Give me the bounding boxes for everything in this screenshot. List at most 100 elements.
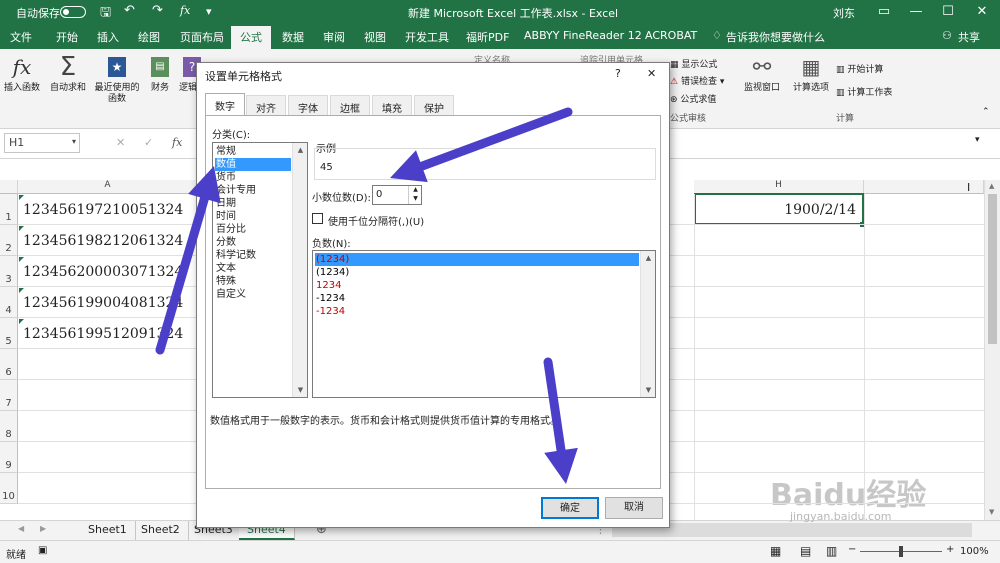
thousands-separator-checkbox[interactable] [312,213,323,224]
negative-option-2[interactable]: (1234) [315,266,349,279]
dialog-tab-number[interactable]: 数字 [205,93,245,116]
prev-sheet-icon[interactable]: ◀ [18,524,24,533]
tab-abbyy[interactable]: ABBYY FineReader 12 [524,29,642,42]
category-date[interactable]: 日期 [215,197,236,210]
decimal-places-value[interactable]: 0 [376,189,382,200]
negative-scroll-down-icon[interactable]: ▼ [641,383,656,397]
cell-a5[interactable]: 123456199512091324 [18,318,183,349]
dialog-tab-alignment[interactable]: 对齐 [246,95,286,115]
autosave-toggle[interactable] [60,6,86,18]
sheet-tab-1[interactable]: Sheet1 [80,521,136,540]
share-button[interactable]: 共享 [958,29,980,45]
category-currency[interactable]: 货币 [215,171,236,184]
category-number[interactable]: 数值 [215,158,291,171]
finance-button[interactable]: ▤ 财务 [146,53,174,94]
fx-quick-icon[interactable]: fx [180,4,190,17]
insert-function-icon[interactable]: fx [172,136,182,149]
tab-acrobat[interactable]: ACROBAT [645,29,697,42]
tab-foxit-pdf[interactable]: 福昕PDF [466,29,509,45]
dialog-tab-protection[interactable]: 保护 [414,95,454,115]
category-scientific[interactable]: 科学记数 [215,249,256,262]
negative-option-3[interactable]: 1234 [315,279,341,292]
negative-scroll-up-icon[interactable]: ▲ [641,251,656,265]
negative-option-4[interactable]: -1234 [315,292,345,305]
dialog-tab-font[interactable]: 字体 [288,95,328,115]
collapse-ribbon-icon[interactable]: ⌃ [982,107,990,117]
category-accounting[interactable]: 会计专用 [215,184,256,197]
row-header-3[interactable]: 3 [0,256,18,287]
customize-qat-icon[interactable]: ▾ [206,5,212,18]
row-header-2[interactable]: 2 [0,225,18,256]
show-formulas-button[interactable]: ▦ 显示公式 [670,57,717,70]
category-text[interactable]: 文本 [215,262,236,275]
negative-scrollbar[interactable]: ▲ ▼ [640,251,655,397]
cell-a4[interactable]: 123456199004081324 [18,287,183,318]
row-header-9[interactable]: 9 [0,442,18,473]
row-header-7[interactable]: 7 [0,380,18,411]
save-icon[interactable]: 🖫 [100,3,111,25]
tab-page-layout[interactable]: 页面布局 [180,29,224,45]
sheet-tab-2[interactable]: Sheet2 [133,521,189,540]
error-check-button[interactable]: ⚠ 错误检查 ▾ [670,74,724,87]
watch-window-button[interactable]: ⚯ 监视窗口 [740,53,784,94]
row-header-4[interactable]: 4 [0,287,18,318]
category-special[interactable]: 特殊 [215,275,236,288]
ok-button[interactable]: 确定 [541,497,599,519]
macro-record-icon[interactable]: ▣ [38,545,47,556]
category-scroll-up-icon[interactable]: ▲ [293,143,308,157]
category-custom[interactable]: 自定义 [215,288,246,301]
cell-a2[interactable]: 123456198212061324 [18,225,183,256]
column-header-i[interactable] [864,180,984,194]
minimize-icon[interactable]: — [906,2,926,22]
calc-sheet-button[interactable]: ▥ 计算工作表 [836,85,892,98]
scroll-thumb[interactable] [988,194,997,344]
tab-formulas[interactable]: 公式 [231,26,271,49]
row-header-5[interactable]: 5 [0,318,18,349]
tab-data[interactable]: 数据 [282,29,304,45]
logic-button[interactable]: ? 逻辑 [178,53,201,94]
cell-h1-selected[interactable]: 1900/2/14 [694,193,864,225]
thousands-separator-label[interactable]: 使用千位分隔符(,)(U) [328,213,424,228]
undo-icon[interactable]: ↶ [124,3,135,18]
tab-view[interactable]: 视图 [364,29,386,45]
redo-icon[interactable]: ↷ [152,3,163,18]
row-header-8[interactable]: 8 [0,411,18,442]
select-all-corner[interactable] [0,180,18,194]
column-header-a[interactable]: A [18,180,198,194]
cell-a1[interactable]: 123456197210051324 [18,194,183,225]
autosum-button[interactable]: Σ 自动求和 [48,53,88,94]
scroll-down-icon[interactable]: ▼ [989,508,994,516]
zoom-slider-thumb[interactable] [899,546,903,557]
share-icon[interactable]: ⚇ [942,29,952,42]
page-break-view-icon[interactable]: ▥ [826,544,837,558]
dialog-tab-fill[interactable]: 填充 [372,95,412,115]
category-scroll-down-icon[interactable]: ▼ [293,383,308,397]
category-percentage[interactable]: 百分比 [215,223,246,236]
tab-home[interactable]: 开始 [56,29,78,45]
negative-numbers-list[interactable]: (1234) (1234) 1234 -1234 -1234 ▲ ▼ [312,250,656,398]
vertical-scrollbar[interactable]: ▲ ▼ [984,180,1000,520]
category-fraction[interactable]: 分数 [215,236,236,249]
close-window-icon[interactable]: ✕ [972,2,992,22]
negative-option-5[interactable]: -1234 [315,305,345,318]
row-header-6[interactable]: 6 [0,349,18,380]
cancel-button[interactable]: 取消 [605,497,663,519]
cancel-formula-icon[interactable]: ✕ [116,136,125,149]
tab-review[interactable]: 审阅 [323,29,345,45]
ribbon-display-icon[interactable]: ▭ [874,2,894,22]
user-name[interactable]: 刘东 [833,5,855,21]
row-header-1[interactable]: 1 [0,194,18,225]
row-header-10[interactable]: 10 [0,473,18,504]
recent-functions-button[interactable]: ★ 最近使用的函数 [92,53,142,105]
name-box[interactable]: H1 ▾ [4,133,80,153]
decimal-up-icon[interactable]: ▲ [408,186,422,195]
cell-a3[interactable]: 123456200003071324 [18,256,183,287]
tab-draw[interactable]: 绘图 [138,29,160,45]
enter-formula-icon[interactable]: ✓ [144,136,153,149]
column-header-h[interactable]: H [694,180,864,194]
zoom-in-icon[interactable]: + [946,544,954,555]
calc-options-button[interactable]: ▦ 计算选项 [790,53,832,94]
tell-me-search[interactable]: 告诉我你想要做什么 [726,29,825,45]
evaluate-formula-button[interactable]: ⊛ 公式求值 [670,92,716,105]
dialog-close-button[interactable]: ✕ [647,67,656,80]
